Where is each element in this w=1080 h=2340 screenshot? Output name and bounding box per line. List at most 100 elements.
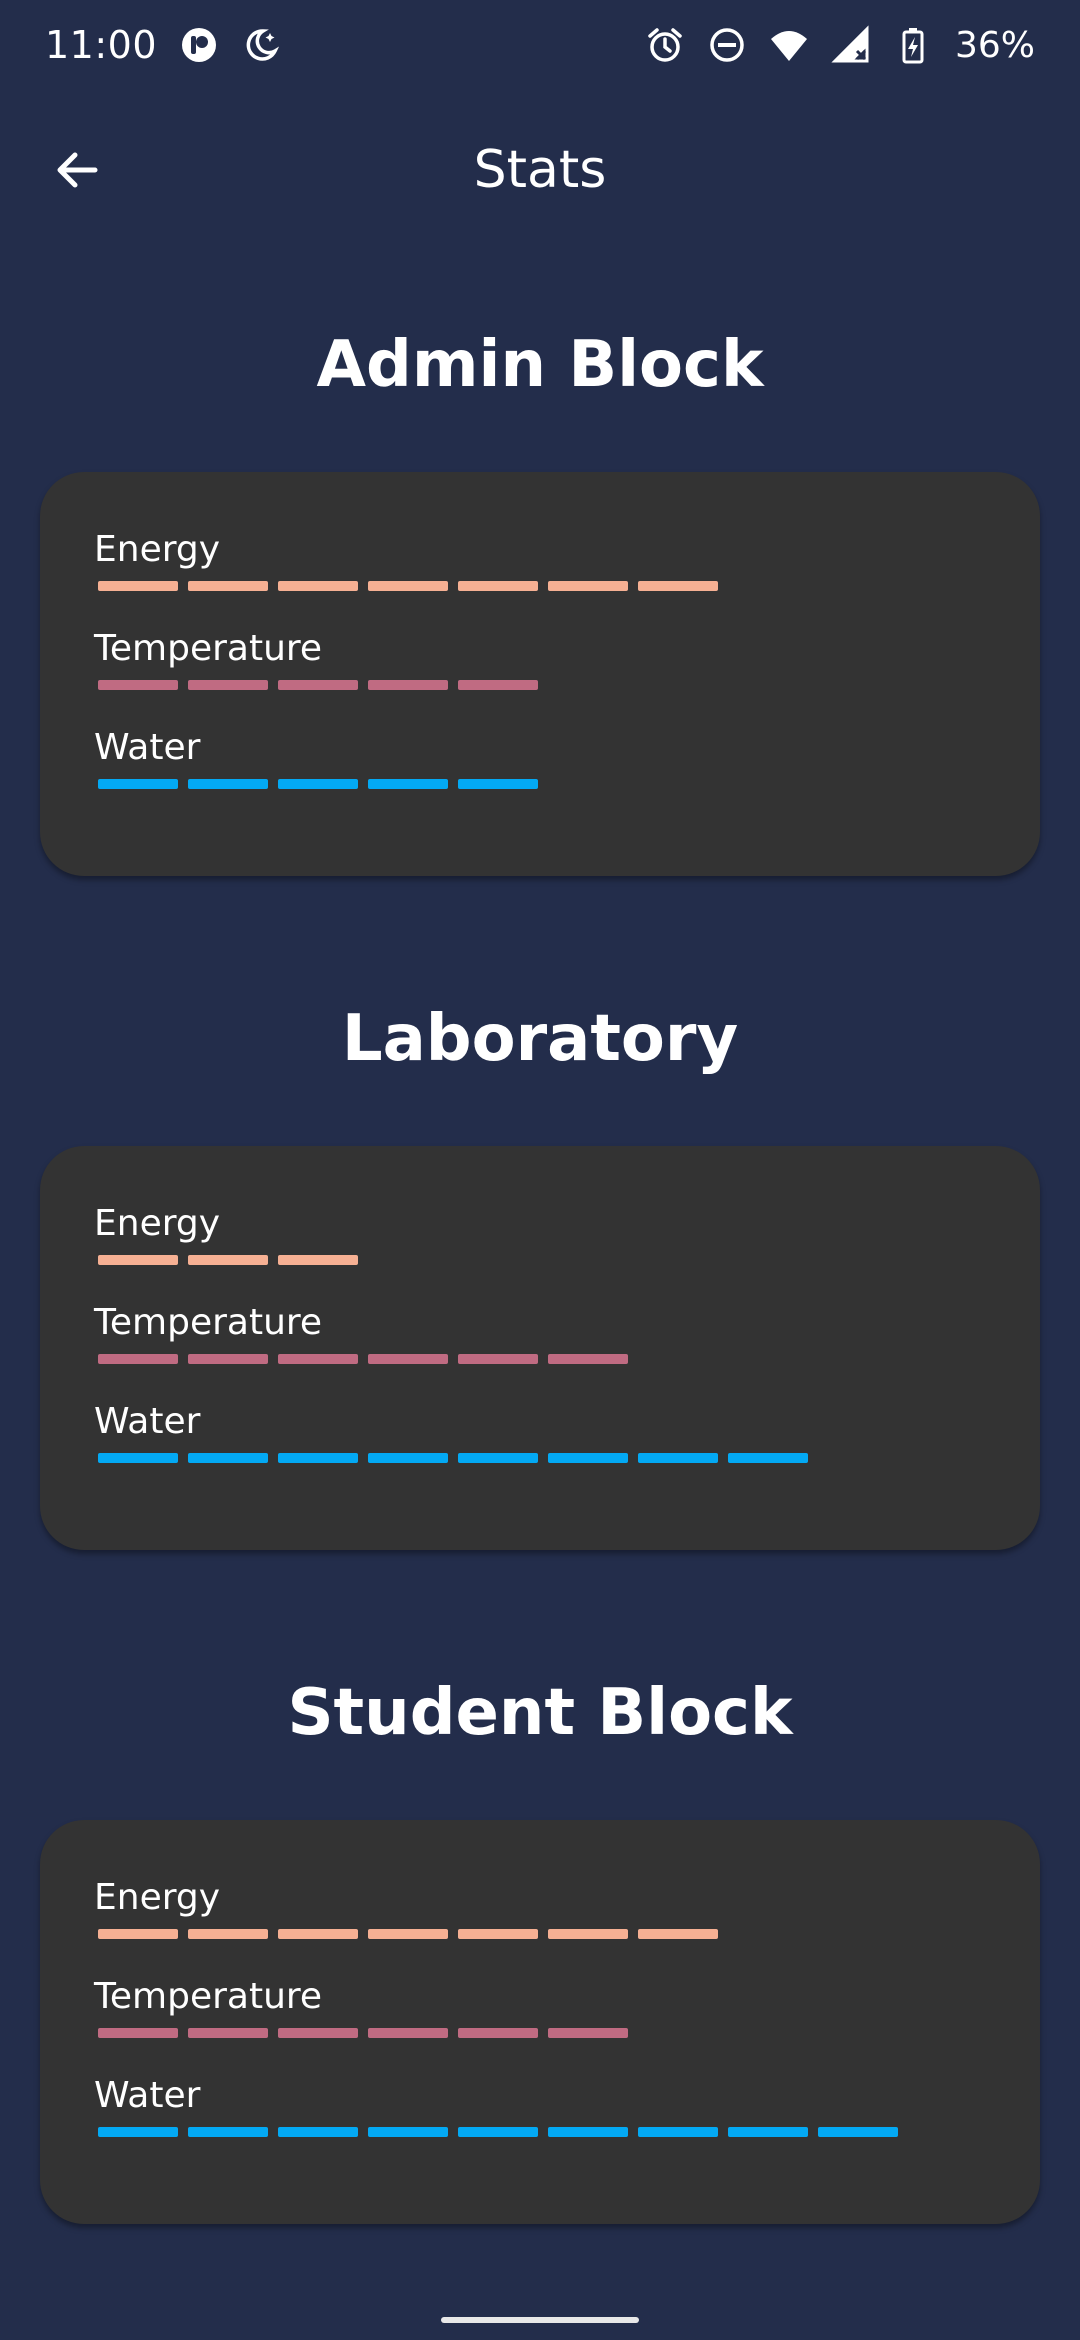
metric-water: Water [94,2073,898,2137]
status-time: 11:00 [45,23,158,67]
metric-water: Water [94,725,538,789]
metric-label: Water [94,2075,201,2116]
metric-bar [94,581,718,591]
level-dash [188,1354,268,1364]
section-title-laboratory: Laboratory [341,1002,739,1076]
level-dash [458,1354,538,1364]
level-dash [98,2028,178,2038]
level-dash [728,2127,808,2137]
metric-energy: Energy [94,527,718,591]
level-dash [368,2127,448,2137]
metric-bar [94,1929,718,1939]
wifi-icon [770,31,807,61]
level-dash [188,1255,268,1265]
level-dash [278,1453,358,1463]
level-dash [458,779,538,789]
level-dash [638,1453,718,1463]
level-dash [458,2028,538,2038]
level-dash [368,581,448,591]
level-dash [278,1354,358,1364]
level-dash [98,2127,178,2137]
home-indicator[interactable] [441,2317,639,2323]
app-bar: Stats [0,120,1080,220]
level-dash [188,1453,268,1463]
status-left: 11:00 [45,23,281,67]
level-dash [548,1354,628,1364]
level-dash [458,680,538,690]
level-dash [638,581,718,591]
metric-label: Temperature [94,1302,323,1343]
metric-temperature: Temperature [94,1974,628,2038]
metric-bar [94,1354,628,1364]
level-dash [458,1453,538,1463]
level-dash [188,2127,268,2137]
level-dash [638,2127,718,2137]
level-dash [548,1929,628,1939]
metric-label: Temperature [94,628,323,669]
level-dash [278,1929,358,1939]
level-dash [368,2028,448,2038]
metric-bar [94,2127,898,2137]
do-not-disturb-icon [710,28,744,62]
metric-label: Energy [94,1203,221,1244]
level-dash [98,1453,178,1463]
pocket-casts-icon [182,28,217,62]
level-dash [818,2127,898,2137]
level-dash [278,2028,358,2038]
level-dash [278,680,358,690]
level-dash [278,581,358,591]
metric-energy: Energy [94,1875,718,1939]
level-dash [98,581,178,591]
metric-bar [94,1255,358,1265]
level-dash [548,2127,628,2137]
level-dash [188,2028,268,2038]
level-dash [188,581,268,591]
level-dash [188,1929,268,1939]
level-dash [368,1354,448,1364]
level-dash [548,581,628,591]
level-dash [368,1929,448,1939]
metric-water: Water [94,1399,808,1463]
level-dash [278,779,358,789]
level-dash [368,779,448,789]
level-dash [278,1255,358,1265]
level-dash [458,581,538,591]
metric-bar [94,779,538,789]
level-dash [458,2127,538,2137]
level-dash [188,779,268,789]
arrow-back-icon [57,152,98,188]
metric-energy: Energy [94,1201,358,1265]
signal-icon [831,25,869,63]
back-button[interactable] [45,142,109,198]
level-dash [98,1354,178,1364]
night-mode-icon [246,29,280,61]
status-right: 36% [645,25,1035,66]
level-dash [98,680,178,690]
status-bar: 11:00 36% [0,0,1080,90]
stats-card-laboratory: Energy Temperature Water [40,1146,1040,1550]
page-title: Stats [473,140,607,200]
stats-card-student-block: Energy Temperature Water [40,1820,1040,2224]
metric-label: Temperature [94,1976,323,2017]
stats-card-admin-block: Energy Temperature Water [40,472,1040,876]
level-dash [98,1929,178,1939]
level-dash [458,1929,538,1939]
section-title-student-block: Student Block [287,1676,793,1750]
level-dash [638,1929,718,1939]
level-dash [368,1453,448,1463]
metric-bar [94,2028,628,2038]
level-dash [368,680,448,690]
metric-temperature: Temperature [94,1300,628,1364]
level-dash [548,2028,628,2038]
level-dash [728,1453,808,1463]
section-title-admin-block: Admin Block [316,328,764,402]
metric-bar [94,1453,808,1463]
battery-charging-icon [902,28,924,64]
metric-label: Water [94,1401,201,1442]
metric-bar [94,680,538,690]
level-dash [188,680,268,690]
level-dash [98,1255,178,1265]
level-dash [98,779,178,789]
metric-label: Energy [94,529,221,570]
level-dash [278,2127,358,2137]
